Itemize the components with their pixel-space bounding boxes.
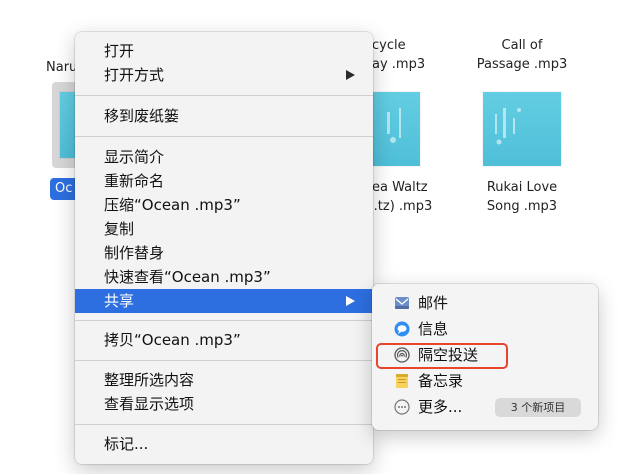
menu-divider [75,320,373,321]
file-thumbnail-call-of-passage[interactable] [483,92,561,166]
file-name-call-of-passage-line2[interactable]: Passage .mp3 [470,55,574,74]
menu-item-label: 打开方式 [104,66,165,84]
file-name-rukai-love-song-line2[interactable]: Song .mp3 [470,197,574,216]
file-name-call-of-passage-line1[interactable]: Call of [470,36,574,55]
menu-item-label: 整理所选内容 [104,371,195,389]
notes-icon [396,374,408,388]
share-item-messages[interactable]: 信息 [372,316,598,342]
menu-divider [75,136,373,137]
file-thumbnail-recycle[interactable] [373,92,420,166]
more-icon [394,399,410,415]
mail-icon [395,297,409,309]
menu-item-quick-look[interactable]: 快速查看“Ocean .mp3” [75,265,373,289]
menu-item-label: 标记... [104,435,149,453]
menu-item-label: 查看显示选项 [104,395,195,413]
menu-item-tags[interactable]: 标记... [75,432,373,456]
share-item-more[interactable]: 更多... 3 个新项目 [372,394,598,420]
share-item-label: 更多... [418,398,463,416]
file-name-ocean[interactable]: Oc [55,179,72,198]
menu-item-duplicate[interactable]: 复制 [75,217,373,241]
file-name-naru[interactable]: Naru [46,58,77,77]
menu-item-label: 复制 [104,220,135,238]
menu-item-open-with[interactable]: 打开方式 [75,63,373,87]
file-name-sea-waltz-line1[interactable]: ea Waltz [372,178,428,197]
menu-item-label: 共享 [104,292,135,310]
music-art-icon [387,108,401,143]
menu-divider [75,424,373,425]
menu-item-label: 打开 [104,42,135,60]
menu-divider [75,95,373,96]
messages-icon [394,321,410,337]
menu-item-compress[interactable]: 压缩“Ocean .mp3” [75,193,373,217]
share-item-label: 信息 [418,320,449,338]
share-item-mail[interactable]: 邮件 [372,290,598,316]
menu-item-label: 显示简介 [104,148,165,166]
file-name-rukai-love-song-line1[interactable]: Rukai Love [470,178,574,197]
airdrop-highlight-annotation [376,343,508,369]
share-item-notes[interactable]: 备忘录 [372,368,598,394]
file-name-recycle-line1[interactable]: cycle [372,36,406,55]
share-item-label: 邮件 [418,294,449,312]
file-name-recycle-line2[interactable]: ay .mp3 [372,55,425,74]
menu-item-rename[interactable]: 重新命名 [75,169,373,193]
menu-item-make-alias[interactable]: 制作替身 [75,241,373,265]
menu-divider [75,360,373,361]
music-art-icon [495,108,521,145]
submenu-arrow-icon [346,70,355,80]
menu-item-label: 重新命名 [104,172,165,190]
new-items-badge: 3 个新项目 [495,398,581,417]
menu-item-clean-up-selection[interactable]: 整理所选内容 [75,368,373,392]
menu-item-copy[interactable]: 拷贝“Ocean .mp3” [75,328,373,352]
menu-item-move-to-trash[interactable]: 移到废纸篓 [75,104,373,128]
menu-item-label: 快速查看“Ocean .mp3” [104,268,271,286]
menu-item-open[interactable]: 打开 [75,39,373,63]
menu-item-get-info[interactable]: 显示简介 [75,145,373,169]
submenu-arrow-icon [346,296,355,306]
context-menu: 打开 打开方式 移到废纸篓 显示简介 重新命名 压缩“Ocean .mp3” 复… [75,32,373,464]
menu-item-show-view-options[interactable]: 查看显示选项 [75,392,373,416]
menu-item-label: 拷贝“Ocean .mp3” [104,331,241,349]
share-item-label: 备忘录 [418,372,464,390]
menu-item-label: 移到废纸篓 [104,107,180,125]
menu-item-label: 压缩“Ocean .mp3” [104,196,241,214]
menu-item-share[interactable]: 共享 [75,289,373,313]
menu-item-label: 制作替身 [104,244,165,262]
